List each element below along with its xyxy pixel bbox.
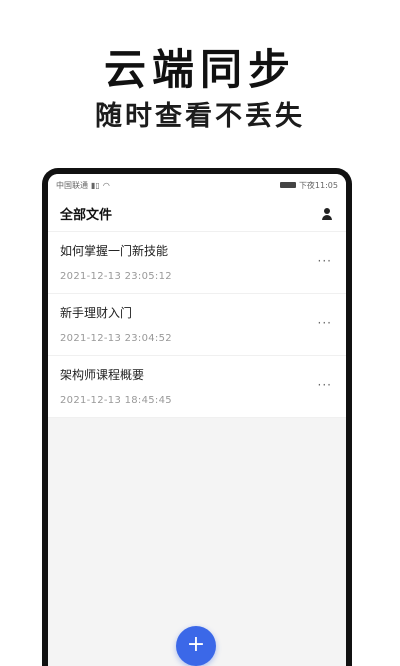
- file-time: 2021-12-13 23:05:12: [60, 271, 172, 282]
- page-title: 全部文件: [60, 208, 113, 223]
- file-title: 架构师课程概要: [60, 368, 145, 382]
- promo-title: 云端同步: [103, 45, 296, 94]
- file-list: 如何掌握一门新技能 2021-12-13 23:05:12 ··· 新手理财入门…: [48, 232, 346, 418]
- phone-frame: 中国联通 ▮▯ ◠ 下夜11:05 全部文件 如何掌握一门新技能 2021-12…: [42, 168, 352, 666]
- file-time: 2021-12-13 23:04:52: [60, 333, 172, 344]
- signal-icon: ▮▯: [91, 180, 100, 190]
- more-icon[interactable]: ···: [318, 316, 332, 330]
- file-title: 新手理财入门: [60, 306, 133, 320]
- more-icon[interactable]: ···: [318, 254, 332, 268]
- file-time: 2021-12-13 18:45:45: [60, 395, 172, 406]
- carrier-label: 中国联通: [56, 180, 88, 190]
- app-bar: 全部文件: [48, 196, 346, 232]
- add-file-button[interactable]: +: [176, 626, 216, 666]
- status-bar: 中国联通 ▮▯ ◠ 下夜11:05: [48, 174, 346, 196]
- promo-subtitle: 随时查看不丢失: [95, 101, 305, 132]
- more-icon[interactable]: ···: [318, 378, 332, 392]
- file-title: 如何掌握一门新技能: [60, 244, 169, 258]
- list-item[interactable]: 架构师课程概要 2021-12-13 18:45:45 ···: [48, 356, 346, 418]
- list-item[interactable]: 如何掌握一门新技能 2021-12-13 23:05:12 ···: [48, 232, 346, 294]
- user-icon[interactable]: [320, 207, 334, 221]
- battery-icon: [279, 182, 296, 188]
- clock-label: 下夜11:05: [298, 180, 338, 190]
- wifi-icon: ◠: [102, 180, 110, 190]
- list-item[interactable]: 新手理财入门 2021-12-13 23:04:52 ···: [48, 294, 346, 356]
